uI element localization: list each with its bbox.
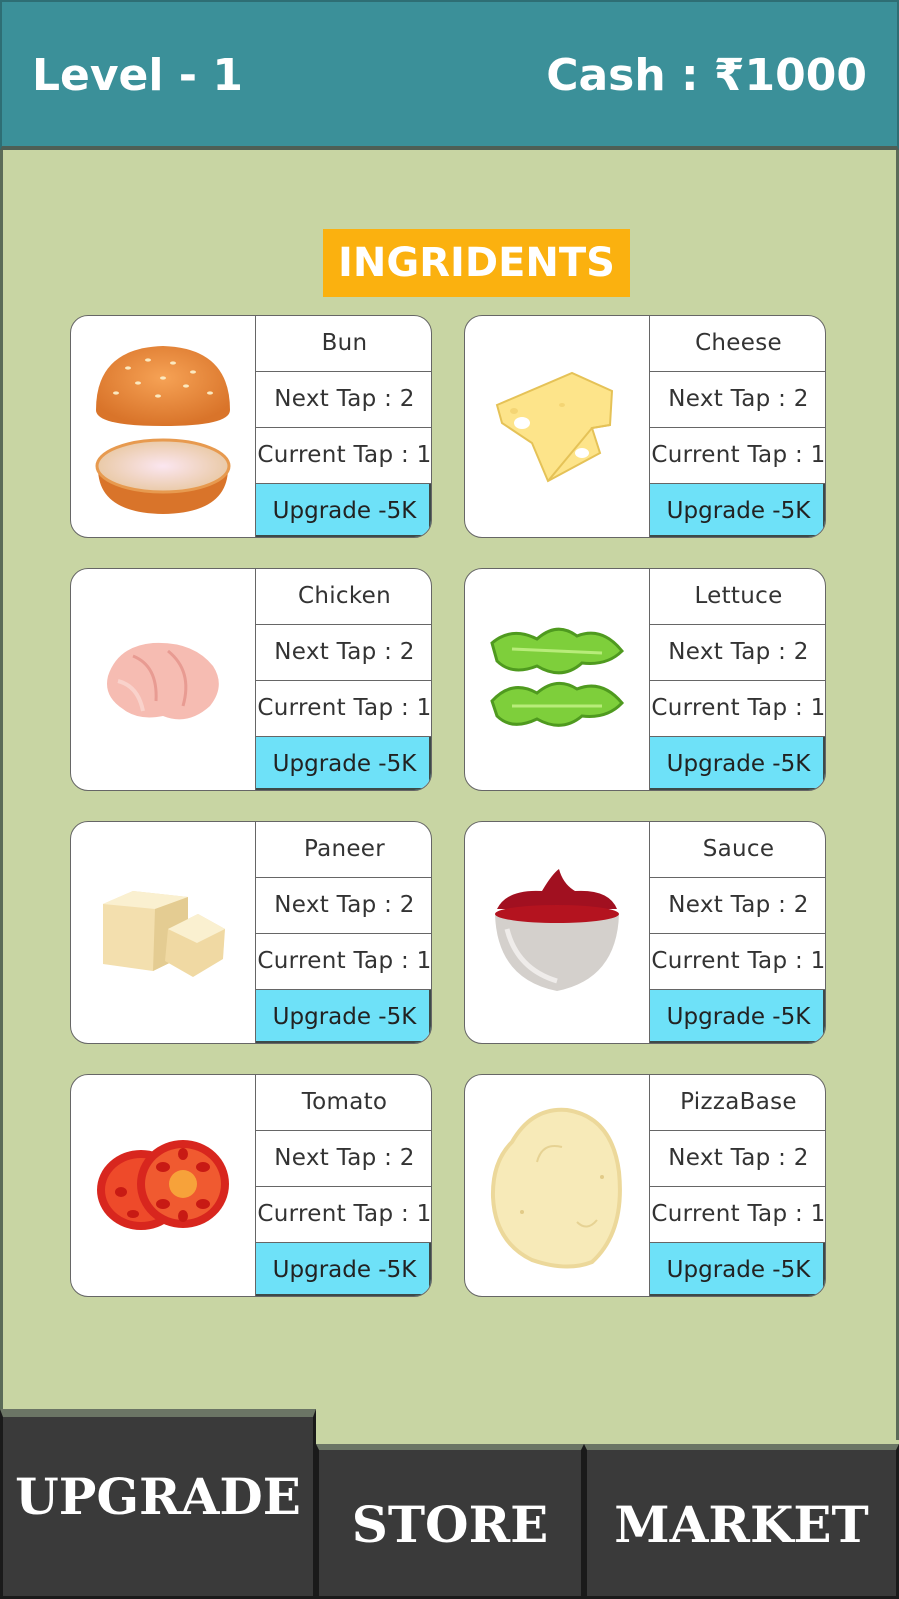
current-tap-label: Current Tap : 1 (650, 1187, 825, 1243)
next-tap-label: Next Tap : 2 (650, 878, 825, 934)
next-tap-label: Next Tap : 2 (256, 372, 431, 428)
ingredient-name: Sauce (650, 822, 825, 878)
top-bar: Level - 1 Cash : ₹1000 (0, 0, 899, 150)
ingredient-card-bun: Bun Next Tap : 2 Current Tap : 1 Upgrade… (70, 315, 432, 538)
current-tap-label: Current Tap : 1 (256, 934, 431, 990)
upgrade-tomato-button[interactable]: Upgrade -5K (256, 1243, 431, 1296)
ingredient-card-cheese: Cheese Next Tap : 2 Current Tap : 1 Upgr… (464, 315, 826, 538)
current-tap-label: Current Tap : 1 (650, 681, 825, 737)
ingredient-name: Tomato (256, 1075, 431, 1131)
ingredient-name: Chicken (256, 569, 431, 625)
ingredient-card-tomato: Tomato Next Tap : 2 Current Tap : 1 Upgr… (70, 1074, 432, 1297)
tab-upgrade[interactable]: UPGRADE (0, 1409, 316, 1599)
next-tap-label: Next Tap : 2 (650, 1131, 825, 1187)
next-tap-label: Next Tap : 2 (256, 878, 431, 934)
next-tap-label: Next Tap : 2 (256, 1131, 431, 1187)
section-title: INGRIDENTS (323, 229, 630, 297)
tomato-slice-icon (71, 1075, 256, 1296)
upgrade-chicken-button[interactable]: Upgrade -5K (256, 737, 431, 790)
upgrade-sauce-button[interactable]: Upgrade -5K (650, 990, 825, 1043)
ingredient-name: Bun (256, 316, 431, 372)
tab-market[interactable]: MARKET (584, 1444, 899, 1599)
ingredient-card-sauce: Sauce Next Tap : 2 Current Tap : 1 Upgra… (464, 821, 826, 1044)
ingredient-name: Cheese (650, 316, 825, 372)
next-tap-label: Next Tap : 2 (650, 372, 825, 428)
upgrade-bun-button[interactable]: Upgrade -5K (256, 484, 431, 537)
paneer-icon (71, 822, 256, 1043)
chicken-icon (71, 569, 256, 790)
current-tap-label: Current Tap : 1 (256, 1187, 431, 1243)
current-tap-label: Current Tap : 1 (650, 428, 825, 484)
cheese-icon (465, 316, 650, 537)
upgrade-pizzabase-button[interactable]: Upgrade -5K (650, 1243, 825, 1296)
lettuce-icon (465, 569, 650, 790)
ingredient-card-pizzabase: PizzaBase Next Tap : 2 Current Tap : 1 U… (464, 1074, 826, 1297)
current-tap-label: Current Tap : 1 (256, 681, 431, 737)
upgrade-cheese-button[interactable]: Upgrade -5K (650, 484, 825, 537)
next-tap-label: Next Tap : 2 (256, 625, 431, 681)
upgrade-lettuce-button[interactable]: Upgrade -5K (650, 737, 825, 790)
current-tap-label: Current Tap : 1 (650, 934, 825, 990)
cash-label: Cash : ₹1000 (546, 50, 867, 101)
burger-bun-icon (71, 316, 256, 537)
ingredient-name: Paneer (256, 822, 431, 878)
sauce-bowl-icon (465, 822, 650, 1043)
ingredient-name: Lettuce (650, 569, 825, 625)
bottom-nav: UPGRADE STORE MARKET (0, 1409, 899, 1599)
level-label: Level - 1 (32, 50, 243, 101)
pizza-dough-icon (465, 1075, 650, 1296)
ingredient-card-chicken: Chicken Next Tap : 2 Current Tap : 1 Upg… (70, 568, 432, 791)
ingredient-card-paneer: Paneer Next Tap : 2 Current Tap : 1 Upgr… (70, 821, 432, 1044)
ingredient-name: PizzaBase (650, 1075, 825, 1131)
tab-store[interactable]: STORE (316, 1444, 584, 1599)
next-tap-label: Next Tap : 2 (650, 625, 825, 681)
upgrade-paneer-button[interactable]: Upgrade -5K (256, 990, 431, 1043)
current-tap-label: Current Tap : 1 (256, 428, 431, 484)
ingredient-card-lettuce: Lettuce Next Tap : 2 Current Tap : 1 Upg… (464, 568, 826, 791)
